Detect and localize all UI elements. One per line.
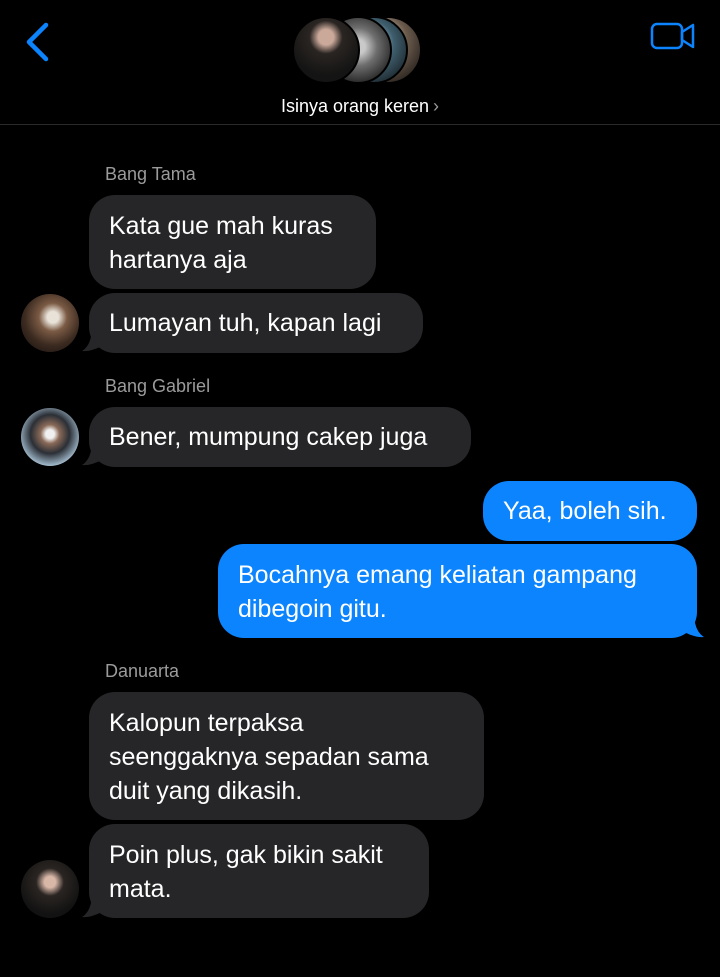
group-name: Isinya orang keren: [280, 96, 430, 116]
message-text: Bocahnya emang keliatan gampang: [238, 561, 637, 589]
message-text: dibegoin gitu.: [238, 595, 387, 623]
video-call-button[interactable]: [650, 20, 696, 52]
message-text: Lumayan tuh, kapan lagi: [109, 309, 382, 337]
group-name-button[interactable]: Isinya orang keren ›: [0, 96, 720, 117]
chevron-right-icon: ›: [433, 96, 440, 116]
message-text: hartanya aja: [109, 246, 247, 274]
message-bubble[interactable]: Poin plus, gak bikin sakit mata.: [89, 824, 429, 918]
message-bubble[interactable]: Bener, mumpung cakep juga: [89, 407, 471, 467]
message-bubble-outgoing[interactable]: Yaa, boleh sih.: [483, 481, 697, 541]
message-text: mata.: [109, 875, 172, 903]
message-text: Yaa, boleh sih.: [503, 497, 667, 525]
message-bubble[interactable]: Lumayan tuh, kapan lagi: [89, 293, 423, 353]
message-bubble[interactable]: Kalopun terpaksa seenggaknya sepadan sam…: [89, 692, 484, 820]
message-text: Kalopun terpaksa: [109, 709, 304, 737]
message-text: duit yang dikasih.: [109, 777, 303, 805]
avatar[interactable]: [21, 294, 79, 352]
message-bubble[interactable]: Kata gue mah kuras hartanya aja: [89, 195, 376, 289]
sender-name: Bang Gabriel: [105, 376, 211, 396]
chat-header: Isinya orang keren ›: [0, 0, 720, 125]
chevron-left-icon: [26, 22, 49, 62]
message-bubble-outgoing[interactable]: Bocahnya emang keliatan gampang dibegoin…: [218, 544, 697, 638]
video-camera-icon: [650, 22, 695, 50]
avatar[interactable]: [21, 860, 79, 918]
back-button[interactable]: [20, 20, 60, 64]
group-avatar-stack[interactable]: [292, 16, 432, 86]
message-text: Bener, mumpung cakep juga: [109, 423, 428, 451]
message-text: Poin plus, gak bikin sakit: [109, 841, 383, 869]
message-text: seenggaknya sepadan sama: [109, 743, 429, 771]
sender-name: Bang Tama: [105, 164, 196, 184]
group-member-avatar: [292, 16, 360, 84]
avatar[interactable]: [21, 408, 79, 466]
sender-name: Danuarta: [105, 661, 180, 681]
message-text: Kata gue mah kuras: [109, 212, 333, 240]
